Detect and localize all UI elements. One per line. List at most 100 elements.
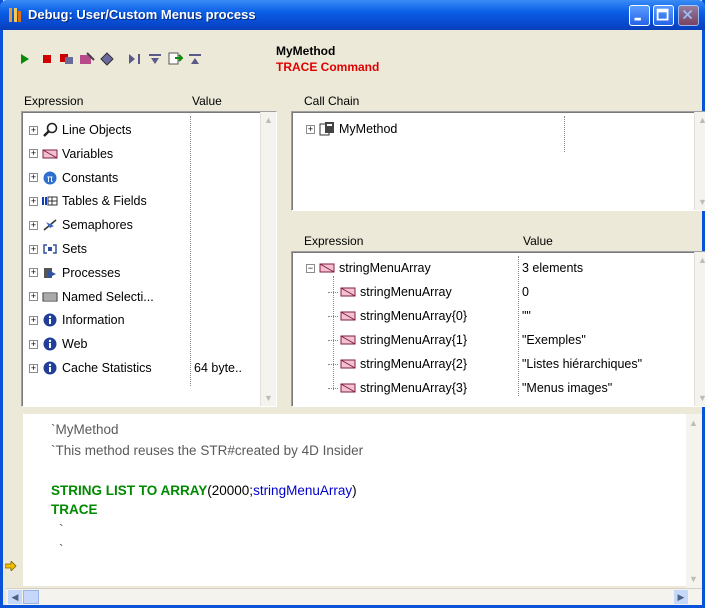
code-variable: stringMenuArray	[253, 483, 353, 498]
info-icon	[42, 361, 58, 375]
array-element-icon	[340, 285, 356, 299]
watch-child-label: stringMenuArray	[360, 285, 452, 299]
watch-child-value: "Listes hiérarchiques"	[522, 357, 643, 371]
watch-value-header[interactable]: Value	[523, 234, 553, 248]
expression-tree-item[interactable]: + Named Selecti...	[29, 287, 154, 307]
watch-tree: ▲ ▼ − stringMenuArray 3 elements stringMe…	[291, 251, 705, 407]
stop-button[interactable]	[37, 48, 57, 70]
maximize-button[interactable]	[653, 5, 674, 26]
watch-child-value: "Menus images"	[522, 381, 613, 395]
window-title: Debug: User/Custom Menus process	[28, 7, 256, 22]
abort-button[interactable]	[57, 48, 77, 70]
code-line-trace[interactable]: TRACE	[51, 502, 98, 517]
watch-expression-header[interactable]: Expression	[304, 234, 363, 248]
expression-tree-item[interactable]: + Sets	[29, 239, 87, 259]
expand-icon[interactable]: +	[29, 149, 38, 159]
watch-scrollbar[interactable]: ▲ ▼	[694, 252, 705, 406]
run-icon	[21, 54, 29, 64]
watch-child-value: ""	[522, 309, 531, 323]
code-comment-line: `	[59, 542, 64, 557]
variables-icon	[42, 147, 58, 161]
trace-icon	[100, 52, 114, 66]
expression-tree-item[interactable]: + Variables	[29, 144, 113, 164]
expression-tree-item[interactable]: + Semaphores	[29, 215, 133, 235]
call-chain-scrollbar[interactable]: ▲ ▼	[694, 112, 705, 210]
debugger-app-icon	[9, 8, 21, 22]
table-icon	[42, 194, 58, 208]
expand-icon[interactable]: +	[29, 125, 38, 135]
scroll-left-icon[interactable]: ◀	[8, 590, 22, 604]
expand-icon[interactable]: +	[29, 173, 38, 183]
expression-item-label: Sets	[62, 242, 88, 256]
close-icon	[682, 9, 693, 20]
current-method-name: MyMethod	[276, 44, 336, 58]
code-horizontal-scrollbar[interactable]: ◀ ▶	[6, 588, 702, 605]
source-code-editor[interactable]: `MyMethod `This method reuses the STR#cr…	[23, 414, 695, 586]
stop-icon	[43, 55, 51, 63]
selection-icon	[42, 290, 58, 304]
code-line-string-list[interactable]: STRING LIST TO ARRAY(20000;stringMenuArr…	[51, 483, 357, 498]
current-line-arrow-icon	[4, 560, 19, 574]
code-comment-line: `This method reuses the STR#created by 4…	[51, 443, 364, 458]
expand-icon[interactable]: +	[29, 220, 38, 230]
scroll-thumb[interactable]	[23, 590, 39, 604]
expand-icon[interactable]: +	[29, 363, 38, 373]
watch-root-row[interactable]: − stringMenuArray	[306, 258, 431, 278]
watch-child-row[interactable]: stringMenuArray{0}	[328, 306, 467, 326]
expand-icon[interactable]: +	[306, 124, 315, 134]
array-element-icon	[340, 381, 356, 395]
expression-tree-item[interactable]: + Tables & Fields	[29, 191, 147, 211]
array-element-icon	[340, 333, 356, 347]
watch-child-row[interactable]: stringMenuArray	[328, 282, 452, 302]
watch-child-label: stringMenuArray{1}	[360, 333, 468, 347]
watch-child-row[interactable]: stringMenuArray{3}	[328, 378, 467, 398]
watch-child-row[interactable]: stringMenuArray{1}	[328, 330, 467, 350]
title-bar[interactable]: Debug: User/Custom Menus process	[0, 0, 705, 30]
expression-tree-item[interactable]: + Cache Statistics	[29, 358, 152, 378]
array-element-icon	[340, 357, 356, 371]
expression-tree-item[interactable]: + Line Objects	[29, 120, 131, 140]
expression-tree-item[interactable]: + π Constants	[29, 168, 118, 188]
close-button[interactable]	[678, 5, 699, 26]
expand-icon[interactable]: +	[29, 292, 38, 302]
expand-icon[interactable]: +	[29, 244, 38, 254]
svg-text:π: π	[47, 174, 53, 185]
watch-child-value: 0	[522, 285, 529, 299]
expression-item-label: Named Selecti...	[62, 289, 154, 304]
watch-root-label: stringMenuArray	[339, 261, 431, 275]
expand-icon[interactable]: +	[29, 268, 38, 278]
expand-icon[interactable]: +	[29, 196, 38, 206]
expression-tree-item[interactable]: + Processes	[29, 263, 120, 283]
expression-header[interactable]: Expression	[24, 94, 83, 108]
step-down-icon	[189, 54, 201, 64]
array-element-icon	[340, 309, 356, 323]
tree-guide-line	[333, 276, 334, 390]
watch-child-label: stringMenuArray{0}	[360, 309, 468, 323]
watch-root-value: 3 elements	[522, 261, 584, 275]
run-button[interactable]	[15, 48, 35, 70]
expand-icon[interactable]: +	[29, 339, 38, 349]
expression-item-label: Constants	[62, 170, 119, 185]
expression-tree-item[interactable]: + Web	[29, 334, 87, 354]
trace-button[interactable]	[97, 48, 117, 70]
call-chain-list: ▲ ▼ + MyMethod	[291, 111, 705, 211]
expression-scrollbar[interactable]: ▲ ▼	[260, 112, 276, 406]
call-chain-item[interactable]: + MyMethod	[306, 119, 397, 139]
minimize-button[interactable]	[629, 5, 650, 26]
process-icon	[42, 266, 58, 280]
collapse-icon[interactable]: −	[306, 263, 315, 273]
expand-icon[interactable]: +	[29, 315, 38, 325]
expression-tree-item[interactable]: + Information	[29, 310, 125, 330]
scroll-right-icon[interactable]: ▶	[674, 590, 688, 604]
step-into-button[interactable]	[145, 48, 165, 70]
edit-button[interactable]	[77, 48, 97, 70]
code-args: (20000;	[207, 483, 254, 498]
step-out-button[interactable]	[165, 48, 185, 70]
code-vertical-scrollbar[interactable]: ▲ ▼	[686, 414, 702, 588]
watch-child-label: stringMenuArray{2}	[360, 357, 468, 371]
step-down-button[interactable]	[185, 48, 205, 70]
value-header[interactable]: Value	[192, 94, 222, 108]
step-over-button[interactable]	[125, 48, 145, 70]
maximize-icon	[656, 8, 669, 21]
watch-child-row[interactable]: stringMenuArray{2}	[328, 354, 467, 374]
